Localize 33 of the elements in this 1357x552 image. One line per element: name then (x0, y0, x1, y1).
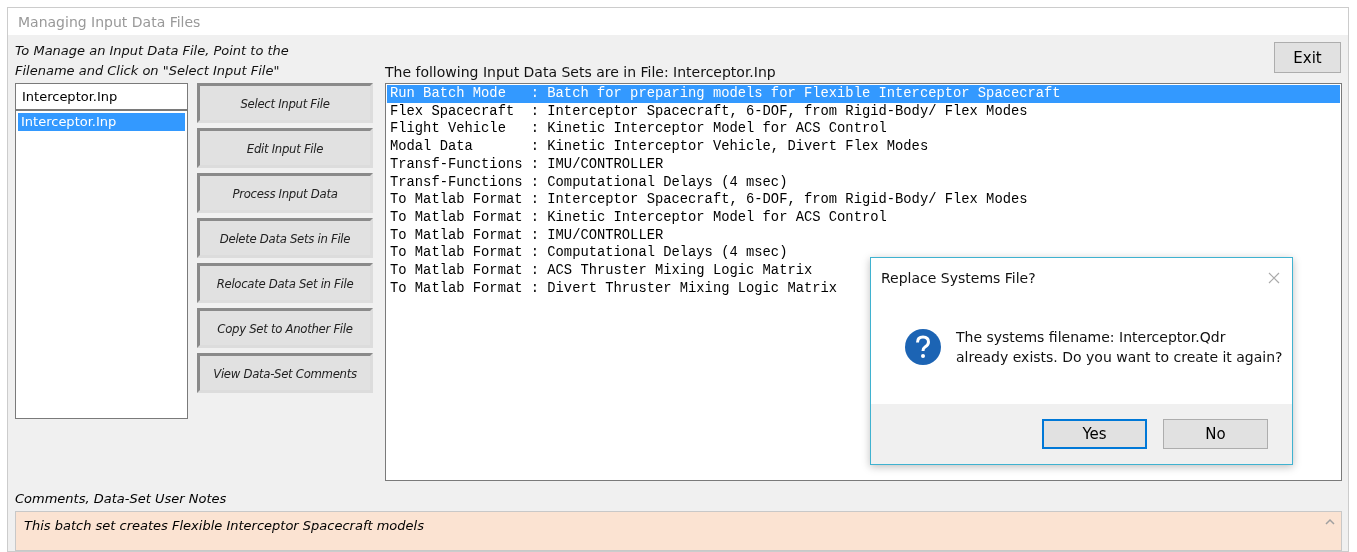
data-set-row[interactable]: To Matlab Format : Divert Thruster Mixing Logic Matrix (387, 279, 838, 298)
comments-label: Comments, Data-Set User Notes (15, 491, 228, 506)
dialog-button[interactable]: Yes (1042, 419, 1147, 449)
data-set-row[interactable]: Flex Spacecraft : Interceptor Spacecraft, 6-DOF, from Rigid-Body/ Flex Modes (387, 102, 1028, 121)
data-set-row[interactable]: Transf-Functions : IMU/CONTROLLER (387, 155, 664, 174)
data-set-row[interactable]: To Matlab Format : IMU/CONTROLLER (387, 226, 664, 245)
action-button[interactable]: Select Input File (197, 83, 373, 123)
data-set-row[interactable]: To Matlab Format : Interceptor Spacecraft, 6-DOF, from Rigid-Body/ Flex Modes (387, 191, 1028, 209)
data-set-row[interactable]: To Matlab Format : ACS Thruster Mixing Logic Matrix (387, 262, 813, 280)
data-set-row[interactable]: To Matlab Format : Kinetic Interceptor Model for ACS Control (387, 208, 887, 227)
action-button[interactable]: View Data-Set Comments (197, 353, 373, 393)
exit-button[interactable]: Exit (1274, 42, 1341, 73)
window-title: Managing Input Data Files (18, 13, 201, 30)
instructions-text: To Manage an Input Data File, Point to the Filename and Click on "Select Input File" (15, 42, 290, 80)
scroll-up-icon[interactable] (1325, 518, 1335, 525)
data-set-row[interactable]: To Matlab Format : Computational Delays (4 msec) (387, 244, 788, 263)
comments-text: This batch set creates Flexible Interceptor Spacecraft models (24, 518, 424, 533)
data-set-row[interactable]: Transf-Functions : Computational Delays (4 msec) (387, 173, 788, 192)
action-button[interactable]: Edit Input File (197, 128, 373, 168)
file-name-field[interactable]: Interceptor.Inp (15, 83, 188, 110)
action-button[interactable]: Delete Data Sets in File (197, 218, 373, 258)
data-set-row[interactable]: Flight Vehicle : Kinetic Interceptor Model for ACS Control (387, 120, 887, 139)
action-button[interactable]: Copy Set to Another File (197, 308, 373, 348)
question-icon (904, 328, 942, 366)
dialog-button[interactable]: No (1163, 419, 1268, 449)
close-icon[interactable] (1268, 272, 1280, 284)
data-set-row[interactable]: Modal Data : Kinetic Interceptor Vehicle, Divert Flex Modes (387, 138, 929, 156)
action-button[interactable]: Process Input Data (197, 173, 373, 213)
dialog-title: Replace Systems File? (881, 270, 1036, 286)
dialog-message: The systems filename: Interceptor.Qdr already exists. Do you want to create it again? (956, 328, 1283, 367)
comments-field[interactable]: This batch set creates Flexible Interceptor Spacecraft models (15, 511, 1342, 551)
action-button[interactable]: Relocate Data Set in File (197, 263, 373, 303)
data-sets-heading: The following Input Data Sets are in File: Interceptor.Inp (385, 64, 776, 80)
